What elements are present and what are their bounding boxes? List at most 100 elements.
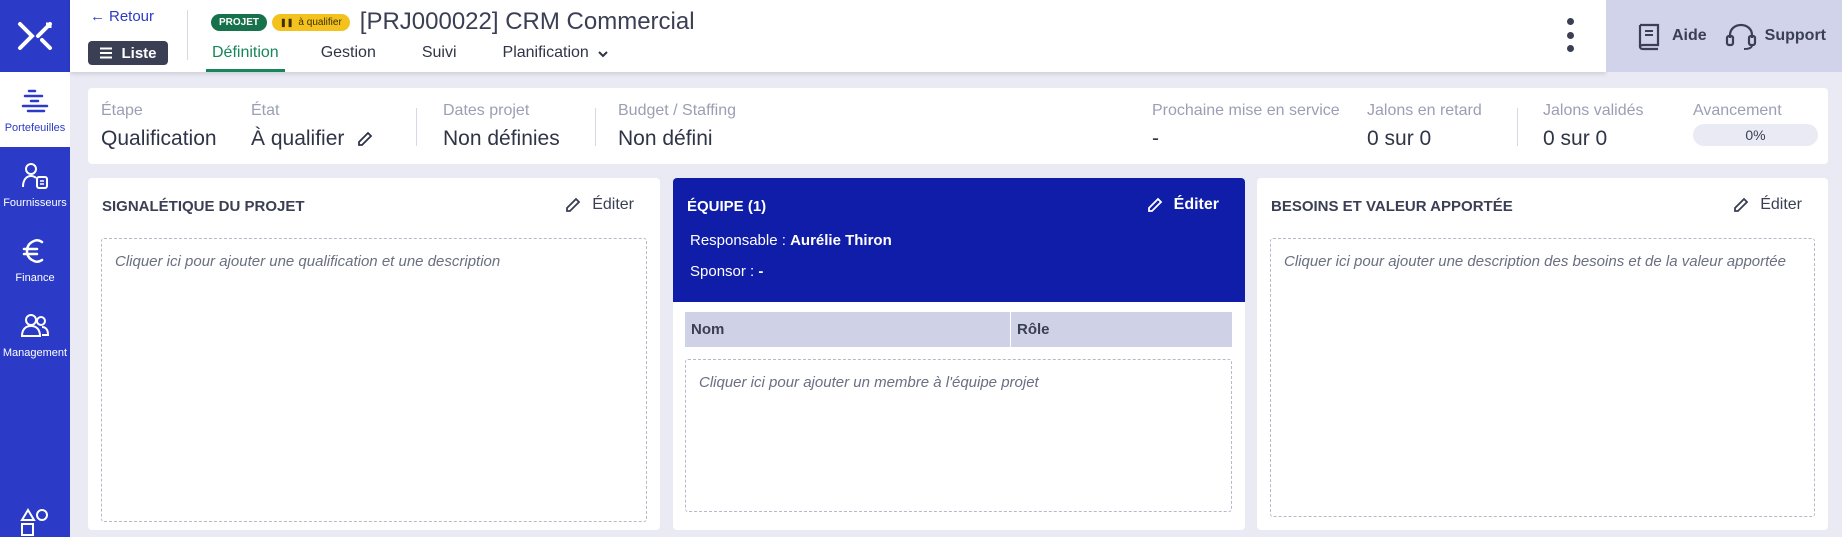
stat-label: Jalons validés — [1543, 102, 1644, 119]
edit-signaletique-button[interactable]: Éditer — [564, 196, 634, 214]
column-header-role[interactable]: Rôle — [1011, 312, 1050, 347]
stat-label: État — [251, 102, 280, 119]
sidebar-item-label: Fournisseurs — [3, 196, 67, 209]
chevron-down-icon — [598, 51, 608, 58]
sidebar-item-label: Finance — [15, 271, 55, 284]
back-label: Retour — [109, 8, 155, 25]
divider — [1517, 108, 1518, 146]
edit-label: Éditer — [1760, 196, 1802, 213]
help-area: Aide Support — [1606, 0, 1842, 72]
pencil-icon[interactable] — [356, 130, 374, 148]
responsable-value: Aurélie Thiron — [790, 232, 892, 249]
tab-label: Gestion — [320, 44, 376, 61]
stat-jalons-valides: Jalons validés 0 sur 0 — [1543, 102, 1644, 151]
people-icon — [20, 313, 50, 337]
stat-label: Avancement — [1693, 102, 1782, 119]
project-summary: Étape Qualification État À qualifier Dat… — [88, 88, 1828, 164]
support-button[interactable]: Support — [1725, 21, 1826, 51]
stat-label: Budget / Staffing — [618, 102, 737, 119]
header-divider — [187, 10, 188, 60]
page-title: [PRJ000022] CRM Commercial — [359, 8, 695, 35]
pause-icon: ❚❚ — [280, 17, 294, 27]
responsable-line: Responsable : Aurélie Thiron — [690, 232, 892, 249]
help-label: Aide — [1672, 27, 1707, 44]
list-label: Liste — [121, 44, 157, 62]
pencil-icon — [1734, 197, 1749, 212]
kebab-dot — [1566, 45, 1574, 52]
stat-mise-en-service: Prochaine mise en service - — [1152, 102, 1340, 151]
edit-equipe-button[interactable]: Éditer — [1146, 196, 1219, 214]
stat-value: À qualifier — [251, 127, 345, 150]
tab-definition[interactable]: Définition — [206, 38, 285, 72]
progress-bar: 0% — [1693, 124, 1818, 146]
add-member-placeholder[interactable]: Cliquer ici pour ajouter un membre à l'é… — [685, 359, 1232, 512]
project-heading: PROJET ❚❚ à qualifier [PRJ000022] CRM Co… — [211, 8, 695, 36]
book-icon — [1638, 23, 1660, 51]
kebab-dot — [1566, 18, 1574, 25]
signaletique-card: SIGNALÉTIQUE DU PROJET Éditer Cliquer ic… — [88, 178, 660, 530]
logo-icon — [18, 22, 52, 50]
tab-label: Suivi — [421, 44, 457, 61]
tab-gestion[interactable]: Gestion — [321, 38, 376, 72]
menu-icon — [100, 47, 113, 59]
shapes-icon — [20, 508, 48, 536]
tab-suivi[interactable]: Suivi — [422, 38, 457, 72]
progress-value: 0% — [1745, 127, 1766, 143]
stat-value: - — [1152, 127, 1159, 150]
sidebar-item-label: Management — [2, 346, 68, 359]
edit-label: Éditer — [1173, 196, 1219, 213]
divider — [595, 108, 596, 146]
responsable-label: Responsable : — [690, 232, 786, 249]
besoins-placeholder[interactable]: Cliquer ici pour ajouter une description… — [1270, 238, 1815, 517]
team-header: ÉQUIPE (1) Éditer Responsable : Aurélie … — [673, 178, 1245, 302]
sponsor-line: Sponsor : - — [690, 263, 763, 280]
sidebar-more-item[interactable] — [0, 507, 70, 537]
kebab-dot — [1566, 31, 1574, 39]
stat-value: Non défini — [618, 127, 713, 150]
stat-label: Étape — [101, 102, 143, 119]
stat-value: Qualification — [101, 127, 217, 150]
stat-dates: Dates projet Non définies — [443, 102, 560, 151]
sidebar-item-portefeuilles[interactable]: Portefeuilles — [0, 72, 70, 147]
euro-icon — [22, 238, 44, 263]
column-header-nom[interactable]: Nom — [685, 312, 1011, 347]
sidebar-item-management[interactable]: Management — [0, 297, 70, 372]
divider — [416, 108, 417, 146]
card-title: ÉQUIPE (1) — [687, 198, 767, 215]
stat-etape: Étape Qualification — [101, 102, 217, 151]
stat-label: Dates projet — [443, 102, 530, 119]
arrow-left-icon: ← — [90, 8, 105, 25]
edit-besoins-button[interactable]: Éditer — [1732, 196, 1802, 214]
stat-label: Jalons en retard — [1367, 102, 1482, 119]
tab-label: Planification — [502, 44, 589, 61]
tab-label: Définition — [212, 44, 279, 61]
suppliers-icon — [22, 162, 48, 189]
stat-budget: Budget / Staffing Non défini — [618, 102, 736, 151]
stat-jalons-retard: Jalons en retard 0 sur 0 — [1367, 102, 1482, 151]
pencil-icon — [1147, 197, 1162, 212]
more-options-button[interactable] — [1566, 18, 1574, 52]
sidebar-item-fournisseurs[interactable]: Fournisseurs — [0, 147, 70, 222]
sponsor-value: - — [758, 263, 764, 280]
app-logo[interactable] — [0, 0, 70, 72]
portfolio-icon — [21, 89, 49, 112]
stat-avancement: Avancement 0% — [1693, 102, 1818, 146]
description-placeholder[interactable]: Cliquer ici pour ajouter une qualificati… — [101, 238, 647, 522]
besoins-card: BESOINS ET VALEUR APPORTÉE Éditer Clique… — [1257, 178, 1828, 530]
help-button[interactable]: Aide — [1634, 21, 1707, 51]
support-label: Support — [1764, 27, 1826, 44]
stat-value: 0 sur 0 — [1367, 127, 1432, 150]
type-badge: PROJET — [211, 13, 268, 31]
sponsor-label: Sponsor : — [690, 263, 755, 280]
card-title: BESOINS ET VALEUR APPORTÉE — [1271, 198, 1513, 215]
pencil-icon — [566, 197, 581, 212]
tab-planification[interactable]: Planification — [503, 38, 609, 72]
team-table-header: Nom Rôle — [685, 312, 1232, 347]
back-link[interactable]: ← Retour — [90, 8, 154, 25]
sidebar-item-label: Portefeuilles — [4, 121, 66, 134]
stat-value-row: À qualifier — [251, 127, 374, 151]
tab-bar: Définition Gestion Suivi Planification — [206, 38, 655, 72]
list-button[interactable]: Liste — [88, 41, 168, 65]
sidebar-item-finance[interactable]: Finance — [0, 222, 70, 297]
sidebar: Portefeuilles Fournisseurs Finance Manag… — [0, 0, 70, 537]
